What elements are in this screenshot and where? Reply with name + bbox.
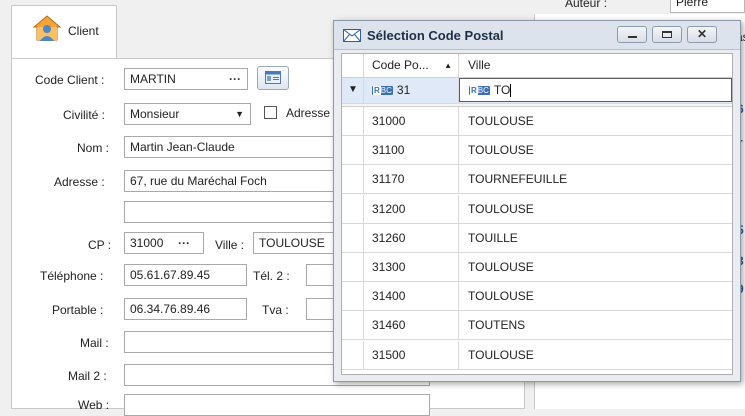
cell-code[interactable]: 31460 xyxy=(364,311,459,340)
maximize-button[interactable] xyxy=(652,26,682,43)
cell-code[interactable]: 31300 xyxy=(364,253,459,281)
text-cursor xyxy=(510,84,512,98)
cell-code[interactable]: 31400 xyxy=(364,282,459,311)
filter-row: ▼ RBC 31 RBC TO xyxy=(342,78,732,104)
envelope-icon xyxy=(343,29,361,42)
civilite-value: Monsieur xyxy=(130,107,180,121)
cell-ville[interactable]: TOURNEFEUILLE xyxy=(459,165,732,193)
web-field[interactable] xyxy=(124,394,430,416)
tva-field[interactable] xyxy=(306,298,336,320)
cp-lookup-button[interactable]: ··· xyxy=(178,236,190,250)
column-header-ville[interactable]: Ville xyxy=(459,54,732,77)
tel2-field[interactable] xyxy=(306,264,336,286)
cell-ville[interactable]: TOULOUSE xyxy=(459,282,732,310)
grid-header: Code Po... ▲ Ville xyxy=(342,54,732,78)
web-label: Web : xyxy=(78,398,110,412)
cell-ville[interactable]: TOULOUSE xyxy=(459,195,732,223)
table-row[interactable]: 31200 TOULOUSE xyxy=(342,194,732,224)
cell-ville[interactable]: TOULOUSE xyxy=(459,136,732,164)
cell-ville[interactable]: TOULOUSE xyxy=(459,341,732,369)
close-button[interactable]: ✕ xyxy=(687,26,717,43)
id-card-icon xyxy=(265,71,281,84)
cell-code[interactable]: 31260 xyxy=(364,223,459,252)
mail2-label: Mail 2 : xyxy=(68,369,107,383)
table-row[interactable]: 31300 TOULOUSE xyxy=(342,253,732,282)
nom-field[interactable]: Martin Jean-Claude xyxy=(124,136,334,158)
minimize-button[interactable] xyxy=(617,26,647,43)
author-field[interactable]: Pierre xyxy=(670,0,745,13)
portable-label: Portable : xyxy=(52,303,104,317)
adresse-checkbox-label: Adresse xyxy=(286,106,331,120)
civilite-label: Civilité : xyxy=(63,108,106,122)
cp-field[interactable]: 31000 xyxy=(124,232,204,254)
chevron-down-icon: ▼ xyxy=(235,109,244,119)
telephone-label: Téléphone : xyxy=(40,269,104,283)
filter-code-value: 31 xyxy=(396,83,411,97)
cell-ville[interactable]: TOUTENS xyxy=(459,311,732,339)
cell-ville[interactable]: TOULOUSE xyxy=(459,107,732,135)
filter-ville-value: TO xyxy=(493,83,511,97)
table-row[interactable]: 31100 TOULOUSE xyxy=(342,136,732,166)
text-filter-icon: RBC xyxy=(469,86,490,96)
cp-value: 31000 xyxy=(130,236,164,250)
adresse-field[interactable]: 67, rue du Maréchal Foch xyxy=(124,170,334,192)
text-filter-icon: RBC xyxy=(372,86,393,96)
minimize-icon xyxy=(628,36,637,38)
maximize-icon xyxy=(662,31,672,38)
table-row[interactable]: 31000 TOULOUSE xyxy=(342,107,732,136)
tva-label: Tva : xyxy=(262,303,289,317)
filter-code-cell[interactable]: RBC 31 xyxy=(364,78,459,103)
tab-client-label: Client xyxy=(68,24,99,38)
tel2-label: Tél. 2 : xyxy=(253,269,290,283)
nom-label: Nom : xyxy=(77,141,110,155)
filter-icon: ▼ xyxy=(348,84,358,95)
home-person-icon xyxy=(33,15,61,41)
mail-label: Mail : xyxy=(80,336,109,350)
adresse-checkbox[interactable] xyxy=(264,106,277,119)
ville-field[interactable]: TOULOUSE xyxy=(253,232,334,254)
table-row[interactable]: 31460 TOUTENS xyxy=(342,311,732,341)
cell-code[interactable]: 31200 xyxy=(364,194,459,223)
close-icon: ✕ xyxy=(697,27,708,41)
sort-ascending-icon: ▲ xyxy=(444,61,452,70)
cell-ville[interactable]: TOULOUSE xyxy=(459,253,732,281)
postal-code-dialog: Sélection Code Postal ✕ Code Po... ▲ Vil… xyxy=(333,20,741,382)
adresse2-field[interactable] xyxy=(124,201,334,223)
civilite-select[interactable]: Monsieur ▼ xyxy=(124,103,251,125)
cp-label: CP : xyxy=(88,238,112,252)
postal-code-grid: Code Po... ▲ Ville ▼ RBC 31 RBC TO 31000 TO… xyxy=(341,53,733,375)
adresse-label: Adresse : xyxy=(54,175,105,189)
cell-code[interactable]: 31500 xyxy=(364,340,459,369)
client-card-button[interactable] xyxy=(257,66,289,90)
author-label: Auteur : xyxy=(565,0,608,10)
filter-ville-cell[interactable]: RBC TO xyxy=(459,78,732,102)
dialog-title: Sélection Code Postal xyxy=(367,28,504,43)
table-row[interactable]: 31400 TOULOUSE xyxy=(342,282,732,312)
tab-client[interactable]: Client xyxy=(11,5,117,59)
telephone-field[interactable]: 05.61.67.89.45 xyxy=(124,264,247,286)
column-header-code[interactable]: Code Po... ▲ xyxy=(364,54,459,77)
dialog-titlebar[interactable]: Sélection Code Postal ✕ xyxy=(334,21,740,50)
code-client-value: MARTIN xyxy=(130,72,176,86)
cell-ville[interactable]: TOUILLE xyxy=(459,224,732,252)
column-header-code-label: Code Po... xyxy=(372,58,429,72)
portable-field[interactable]: 06.34.76.89.46 xyxy=(124,298,247,320)
table-row[interactable]: 31260 TOUILLE xyxy=(342,223,732,253)
column-header-ville-label: Ville xyxy=(468,58,491,72)
ville-label: Ville : xyxy=(215,238,245,252)
cell-code[interactable]: 31170 xyxy=(364,165,459,194)
code-client-label: Code Client : xyxy=(35,73,105,87)
cell-code[interactable]: 31100 xyxy=(364,136,459,165)
table-row[interactable]: 31170 TOURNEFEUILLE xyxy=(342,165,732,195)
table-row[interactable]: 31500 TOULOUSE xyxy=(342,340,732,370)
code-client-lookup-button[interactable]: ··· xyxy=(229,72,241,86)
cell-code[interactable]: 31000 xyxy=(364,107,459,135)
